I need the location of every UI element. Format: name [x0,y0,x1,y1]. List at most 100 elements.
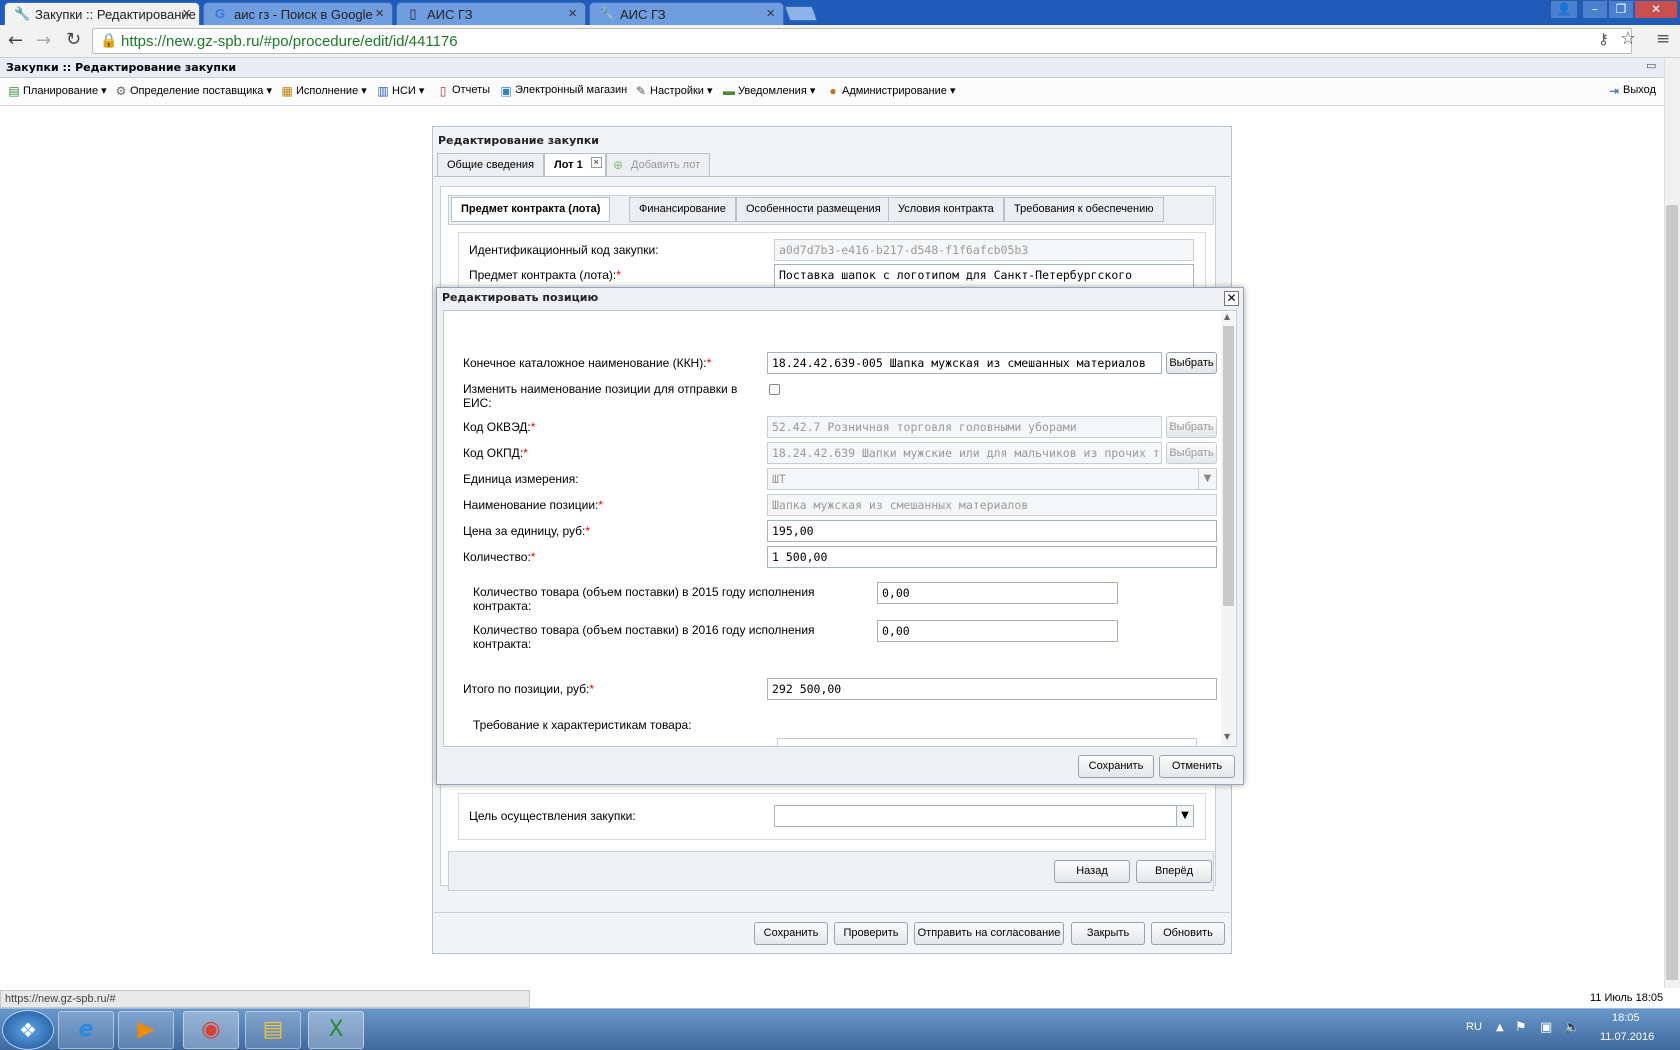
close-lot-icon[interactable]: × [590,157,602,168]
unit-label: Единица измерения: [463,472,579,486]
tray-expand-icon[interactable]: ▲ [1496,1022,1504,1033]
subject-label: Предмет контракта (лота):* [469,268,621,282]
browser-toolbar: ← → ↻ 🔒 https://new.gz-spb.ru/#po/proced… [0,25,1680,58]
menu-icon[interactable]: ≡ [1656,29,1670,49]
subtab-placement[interactable]: Особенности размещения [736,197,891,222]
check-button[interactable]: Проверить [834,922,908,945]
total-field[interactable]: 292 500,00 [767,678,1217,700]
explorer-icon[interactable]: ▤ [245,1011,301,1049]
close-tab-icon[interactable]: × [375,5,384,22]
menu-planning[interactable]: ▤ Планирование ▾ [7,84,106,98]
new-tab-button[interactable] [784,6,818,21]
browser-tab-ais-2[interactable]: 🔧 АИС ГЗ × [589,2,784,25]
close-window-button[interactable]: ✕ [1634,0,1678,19]
rename-label-line2: ЕИС: [463,396,492,410]
save-procurement-button[interactable]: Сохранить [754,922,828,945]
address-bar[interactable]: 🔒 https://new.gz-spb.ru/#po/procedure/ed… [92,28,1632,54]
menu-supplier[interactable]: ⚙ Определение поставщика ▾ [114,84,272,98]
qty-2016-field[interactable]: 0,00 [877,620,1118,642]
language-indicator[interactable]: RU [1466,1021,1482,1033]
google-icon: G [214,6,226,21]
dialog-save-button[interactable]: Сохранить [1078,755,1154,778]
page-scrollbar-thumb[interactable] [1666,205,1678,980]
okpd-field: 18.24.42.639 Шапки мужские или для мальч… [767,442,1162,464]
back-button[interactable]: Назад [1054,860,1130,883]
user-icon[interactable]: 👤 [1550,0,1578,19]
restore-button[interactable]: ❐ [1608,0,1634,19]
rename-checkbox[interactable] [769,384,780,395]
flag-icon[interactable]: ⚑ [1515,1020,1527,1035]
browser-tab-ais-1[interactable]: ▯ АИС ГЗ × [396,2,586,25]
chrome-icon[interactable]: ◉ [183,1011,239,1049]
dialog-cancel-button[interactable]: Отменить [1159,755,1235,778]
subtab-subject[interactable]: Предмет контракта (лота) [451,197,611,222]
requirements-field[interactable] [777,738,1197,746]
clock-date[interactable]: 11.07.2016 [1600,1031,1654,1043]
user-icon: ● [829,84,837,98]
menu-execution[interactable]: ▦ Исполнение ▾ [280,84,366,98]
required-mark: * [616,268,621,282]
close-tab-icon[interactable]: × [182,5,191,22]
back-arrow-icon[interactable]: ← [8,30,23,51]
qty-2015-field[interactable]: 0,00 [877,582,1118,604]
scroll-down-icon[interactable]: ▼ [1224,732,1230,741]
browser-tab-google[interactable]: G аис гз - Поиск в Google × [203,2,393,25]
close-tab-icon[interactable]: × [766,5,775,22]
menu-admin[interactable]: ● Администрирование ▾ [826,84,955,98]
dialog-scrollbar-thumb[interactable] [1223,326,1234,606]
menu-reports[interactable]: ▯ Отчеты [436,84,490,98]
quantity-field[interactable]: 1 500,00 [767,546,1217,568]
refresh-button[interactable]: Обновить [1151,922,1225,945]
notification-icon: ▬ [723,84,735,98]
menu-label: Исполнение [296,85,359,97]
main-menu: ▤ Планирование ▾ ⚙ Определение поставщика … [0,79,1664,106]
reload-icon[interactable]: ↻ [66,29,81,50]
key-icon[interactable]: ⚷ [1598,30,1609,48]
book-icon: ▥ [377,84,389,98]
ie-icon[interactable]: e [58,1011,114,1049]
tab-add-lot[interactable]: ⊕ Добавить лот [606,153,711,176]
browser-tab-procurement[interactable]: 🔧 Закупки :: Редактирование × [4,2,200,25]
price-field[interactable]: 195,00 [767,520,1217,542]
volume-icon[interactable]: 🔈 [1564,1020,1580,1035]
forward-button[interactable]: Вперёд [1136,860,1212,883]
choose-kkn-button[interactable]: Выбрать [1166,352,1217,374]
close-button[interactable]: Закрыть [1071,922,1145,945]
menu-label: Электронный магазин [515,84,628,96]
exit-button[interactable]: ⇥ Выход [1607,84,1656,98]
subtab-financing[interactable]: Финансирование [629,197,736,222]
tab-lot-1[interactable]: Лот 1 × [544,153,606,176]
kkn-field[interactable]: 18.24.42.639-005 Шапка мужская из смешан… [767,352,1162,374]
collapse-icon[interactable]: ▭ [1646,59,1656,72]
menu-notifications[interactable]: ▬ Уведомления ▾ [722,84,815,98]
dialog-title: Редактировать позицию [442,291,599,304]
rename-label-line1: Изменить наименование позиции для отправ… [463,382,738,396]
menu-label: Настройки [650,85,704,97]
id-code-field: a0d7d7b3-e416-b217-d548-f1f6afcb05b3 [774,239,1194,261]
dialog-close-icon[interactable]: ✕ [1224,291,1239,306]
network-icon[interactable]: ▣ [1540,1020,1552,1035]
required-mark: * [598,498,604,512]
tab-title: Закупки :: Редактирование [35,7,196,22]
windows-start-icon[interactable]: ❖ [2,1010,54,1050]
tab-general[interactable]: Общие сведения [437,153,545,176]
star-icon[interactable]: ☆ [1620,28,1636,49]
purpose-select[interactable] [774,805,1194,827]
media-player-icon[interactable]: ▶ [118,1011,174,1049]
subtab-security[interactable]: Требования к обеспечению [1004,197,1164,222]
subtab-conditions[interactable]: Условия контракта [888,197,1004,222]
close-tab-icon[interactable]: × [568,5,577,22]
menu-settings[interactable]: ✎ Настройки ▾ [634,84,713,98]
position-name-field: Шапка мужская из смешанных материалов [767,494,1217,516]
menu-nsi[interactable]: ▥ НСИ ▾ [376,84,424,98]
choose-okved-button: Выбрать [1166,416,1217,438]
chevron-down-icon[interactable]: ▼ [1176,806,1193,826]
send-approval-button[interactable]: Отправить на согласование [914,922,1064,945]
clock-time[interactable]: 18:05 [1612,1012,1640,1024]
excel-icon[interactable]: X [308,1011,364,1049]
menu-e-shop[interactable]: ▣ Электронный магазин [499,84,628,98]
scroll-up-icon[interactable]: ▲ [1224,312,1230,321]
minimize-button[interactable]: – [1582,0,1608,19]
required-mark: * [585,524,591,538]
forward-arrow-icon[interactable]: → [36,30,51,51]
